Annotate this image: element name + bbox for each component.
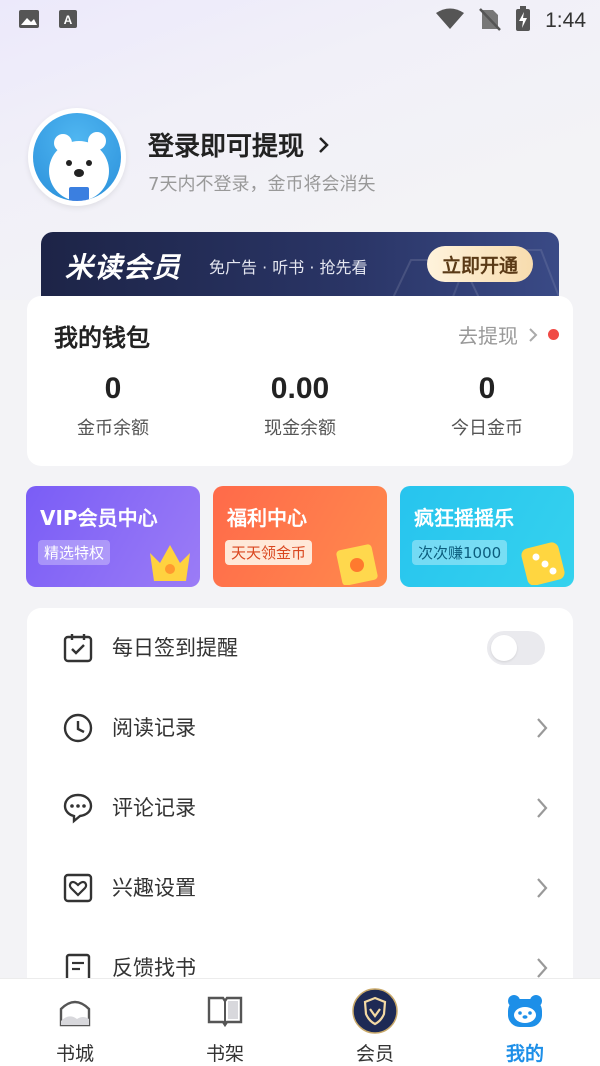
chevron-right-icon (319, 136, 329, 153)
dice-icon (521, 542, 565, 585)
bear-icon (508, 995, 542, 1027)
avatar[interactable] (28, 108, 126, 206)
status-bar: A 1:44 (0, 0, 600, 42)
font-a-icon: A (58, 9, 78, 33)
vip-center-tag: 精选特权 (38, 540, 111, 565)
comment-icon (63, 793, 93, 824)
menu-item-daily-checkin[interactable]: 每日签到提醒 (27, 608, 573, 688)
login-prompt[interactable]: 登录即可提现 (148, 126, 330, 163)
nav-label-membership: 会员 (355, 1043, 394, 1065)
settings-menu: 每日签到提醒 阅读记录 评论记录 兴趣设置 反馈找书 (27, 608, 573, 988)
chevron-right-icon (537, 718, 548, 738)
home-icon (59, 1000, 91, 1027)
menu-label-daily-checkin: 每日签到提醒 (112, 636, 238, 660)
chevron-right-icon (529, 327, 538, 342)
menu-item-interest-settings[interactable]: 兴趣设置 (27, 848, 573, 928)
bottom-nav: 书城 书架 会员 我的 (0, 978, 600, 1066)
menu-label-interest-settings: 兴趣设置 (112, 876, 196, 900)
vip-shield-icon (352, 988, 398, 1034)
shake-game-tag: 次次赚1000 (412, 540, 508, 565)
today-coins-label: 今日金币 (451, 418, 523, 439)
nav-tab-membership[interactable]: 会员 (315, 988, 435, 1066)
coin-balance-value: 0 (104, 372, 122, 405)
nav-label-bookshelf: 书架 (205, 1043, 244, 1065)
wallet-card: 我的钱包 去提现 0 金币余额 0.00 现金余额 0 今日金币 (27, 296, 573, 466)
battery-charging-icon (515, 6, 531, 36)
red-envelope-icon (336, 544, 378, 585)
login-title: 登录即可提现 (148, 132, 305, 162)
nav-tab-mine[interactable]: 我的 (465, 989, 585, 1066)
bear-avatar-icon (33, 113, 121, 201)
crown-icon (150, 545, 190, 581)
gallery-icon (18, 9, 40, 33)
menu-label-comment-history: 评论记录 (112, 796, 196, 820)
nav-label-mine: 我的 (505, 1043, 544, 1065)
today-coins-stat[interactable]: 0 今日金币 (402, 372, 572, 440)
login-subtitle: 7天内不登录，金币将会消失 (148, 174, 376, 195)
withdraw-label: 去提现 (458, 324, 518, 348)
shake-game-card[interactable]: 疯狂摇摇乐 次次赚1000 (400, 486, 574, 587)
chevron-right-icon (537, 958, 548, 978)
nav-label-bookstore: 书城 (55, 1043, 94, 1065)
today-coins-value: 0 (478, 372, 496, 405)
nav-tab-bookstore[interactable]: 书城 (15, 989, 135, 1066)
no-sim-icon (479, 7, 502, 35)
welfare-center-tag: 天天领金币 (225, 540, 313, 565)
chevron-right-icon (537, 798, 548, 818)
vip-center-title: VIP会员中心 (40, 506, 158, 530)
cash-balance-stat[interactable]: 0.00 现金余额 (215, 372, 385, 440)
cash-balance-label: 现金余额 (264, 418, 336, 439)
vip-description: 免广告 · 听书 · 抢先看 (209, 258, 368, 277)
svg-text:A: A (64, 13, 73, 27)
clock-icon (63, 713, 93, 743)
shake-game-title: 疯狂摇摇乐 (414, 506, 514, 530)
heart-icon (63, 873, 93, 903)
cash-balance-value: 0.00 (270, 372, 330, 405)
daily-checkin-toggle[interactable] (487, 631, 545, 665)
coin-balance-stat[interactable]: 0 金币余额 (28, 372, 198, 440)
wifi-icon (435, 8, 465, 34)
welfare-center-title: 福利中心 (227, 506, 307, 530)
welfare-center-card[interactable]: 福利中心 天天领金币 (213, 486, 387, 587)
menu-item-reading-history[interactable]: 阅读记录 (27, 688, 573, 768)
menu-item-comment-history[interactable]: 评论记录 (27, 768, 573, 848)
withdraw-link[interactable]: 去提现 (458, 320, 559, 349)
vip-center-card[interactable]: VIP会员中心 精选特权 (26, 486, 200, 587)
vip-open-button[interactable]: 立即开通 (427, 246, 533, 282)
nav-tab-bookshelf[interactable]: 书架 (165, 989, 285, 1066)
coin-balance-label: 金币余额 (77, 418, 149, 439)
chevron-right-icon (537, 878, 548, 898)
status-time: 1:44 (545, 9, 586, 32)
calendar-check-icon (63, 634, 93, 663)
vip-brand: 米读会员 (65, 251, 182, 284)
wallet-title: 我的钱包 (54, 324, 150, 352)
vip-banner[interactable]: 米读会员 免广告 · 听书 · 抢先看 立即开通 (41, 232, 559, 302)
book-icon (207, 996, 243, 1028)
notification-dot (548, 329, 559, 340)
menu-label-reading-history: 阅读记录 (112, 716, 196, 740)
